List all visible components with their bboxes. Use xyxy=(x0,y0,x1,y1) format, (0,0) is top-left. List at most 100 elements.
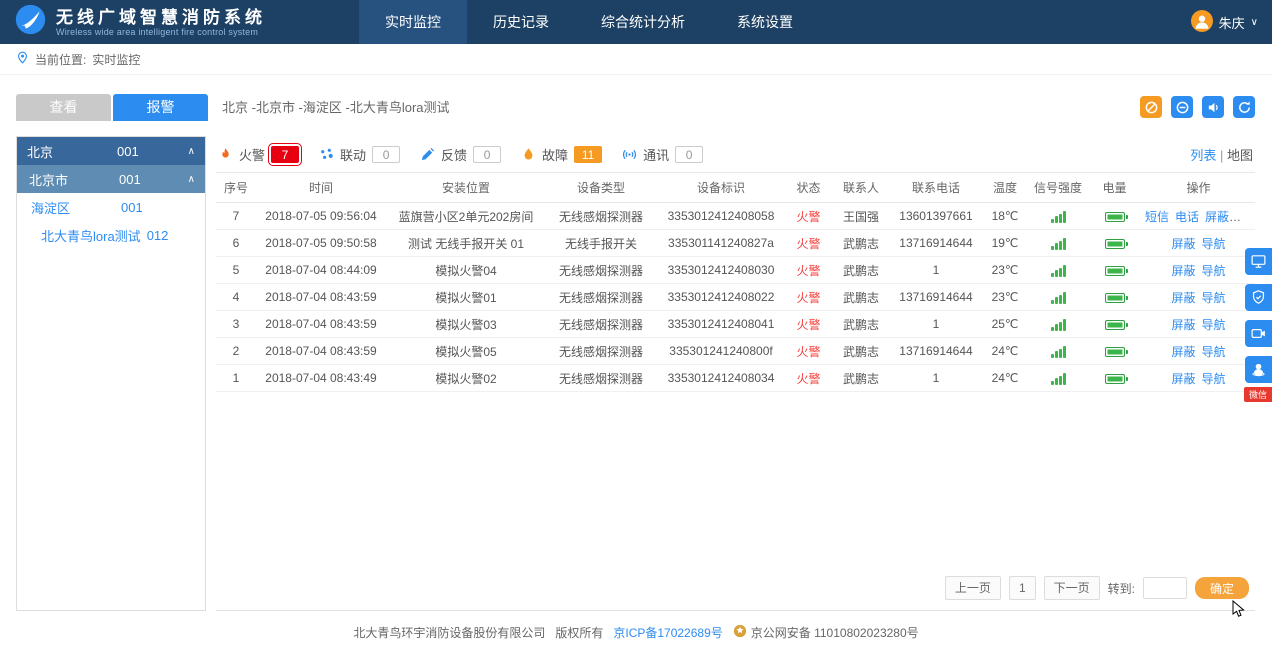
view-list-link[interactable]: 列表 xyxy=(1190,148,1216,163)
nav-item-0[interactable]: 实时监控 xyxy=(359,0,467,44)
footer-company: 北大青鸟环宇消防设备股份有限公司 xyxy=(353,624,545,641)
cell-location: 测试 无线手报开关 01 xyxy=(386,230,546,257)
alarm-table: 序号时间安装位置设备类型设备标识状态联系人联系电话温度信号强度电量操作 7201… xyxy=(216,172,1255,392)
cell-phone: 13716914644 xyxy=(891,230,981,257)
collapse-button[interactable] xyxy=(1171,96,1193,118)
confirm-button[interactable]: 确定 xyxy=(1195,577,1249,599)
nav-item-1[interactable]: 历史记录 xyxy=(467,0,575,44)
filter-count: 7 xyxy=(271,146,299,163)
column-header: 安装位置 xyxy=(386,173,546,203)
cell-phone: 13716914644 xyxy=(891,338,981,365)
tree-item-count: 001 xyxy=(121,200,143,215)
cell-contact: 武鹏志 xyxy=(831,257,891,284)
filter-count: 0 xyxy=(473,146,501,163)
cell-actions: 屏蔽导航 xyxy=(1142,338,1255,365)
action-link[interactable]: 导航 xyxy=(1202,291,1226,305)
action-link[interactable]: 短信 xyxy=(1145,210,1169,224)
battery-icon xyxy=(1105,239,1125,249)
view-map-link[interactable]: 地图 xyxy=(1227,148,1253,163)
nav-item-3[interactable]: 系统设置 xyxy=(711,0,819,44)
filter-comm[interactable]: 通讯0 xyxy=(622,145,703,164)
icp-link[interactable]: 京ICP备17022689号 xyxy=(613,624,722,641)
next-page-button[interactable]: 下一页 xyxy=(1044,576,1100,600)
nav-item-2[interactable]: 综合统计分析 xyxy=(575,0,711,44)
tree-item-3[interactable]: 北大青鸟lora测试012 xyxy=(17,221,205,249)
table-row: 12018-07-04 08:43:49模拟火警02无线感烟探测器3353012… xyxy=(216,365,1255,392)
shield-button[interactable] xyxy=(1245,284,1272,311)
tree-item-label: 海淀区 xyxy=(31,198,115,217)
goto-page-input[interactable] xyxy=(1143,577,1187,599)
action-link[interactable]: 屏蔽 xyxy=(1171,345,1195,359)
action-link[interactable]: 导航 xyxy=(1202,237,1226,251)
action-link[interactable]: 屏蔽 xyxy=(1171,318,1195,332)
tab-alarm[interactable]: 报警 xyxy=(113,94,208,121)
action-link[interactable]: 屏蔽 xyxy=(1205,210,1229,224)
action-link[interactable]: 导航 xyxy=(1202,264,1226,278)
filter-linkage[interactable]: 联动0 xyxy=(319,145,400,164)
filter-fire[interactable]: 火警7 xyxy=(218,145,299,164)
column-header: 设备类型 xyxy=(546,173,656,203)
cell-battery xyxy=(1087,203,1142,230)
cell-signal xyxy=(1029,230,1087,257)
cell-time: 2018-07-04 08:43:59 xyxy=(256,338,386,365)
tree-item-0[interactable]: 北京001∧ xyxy=(17,137,205,165)
police-record: 京公网安备 11010802023280号 xyxy=(733,624,919,641)
location-bar: 当前位置: 实时监控 xyxy=(0,44,1272,75)
monitor-button[interactable] xyxy=(1245,248,1272,275)
cell-location: 模拟火警01 xyxy=(386,284,546,311)
column-header: 设备标识 xyxy=(656,173,786,203)
footer-copyright: 版权所有 xyxy=(555,624,603,641)
police-badge-icon xyxy=(733,624,747,641)
cell-device-id: 3353012412408030 xyxy=(656,257,786,284)
chevron-up-icon: ∧ xyxy=(188,146,195,157)
camera-button[interactable] xyxy=(1245,320,1272,347)
cell-no: 7 xyxy=(216,203,256,230)
tab-view[interactable]: 查看 xyxy=(16,94,111,121)
qq-service-button[interactable] xyxy=(1245,356,1272,383)
cell-location: 模拟火警05 xyxy=(386,338,546,365)
refresh-button[interactable] xyxy=(1233,96,1255,118)
cell-phone: 1 xyxy=(891,311,981,338)
top-header: 无线广域智慧消防系统 Wireless wide area intelligen… xyxy=(0,0,1272,44)
filter-fault[interactable]: 故障11 xyxy=(521,145,602,164)
forbid-button[interactable] xyxy=(1140,96,1162,118)
cell-battery xyxy=(1087,230,1142,257)
page: 无线广域智慧消防系统 Wireless wide area intelligen… xyxy=(0,0,1272,649)
cell-actions: 屏蔽导航 xyxy=(1142,365,1255,392)
sound-button[interactable] xyxy=(1202,96,1224,118)
action-link[interactable]: 屏蔽 xyxy=(1171,264,1195,278)
action-link[interactable]: 屏蔽 xyxy=(1171,291,1195,305)
action-link[interactable]: 屏蔽 xyxy=(1171,237,1195,251)
prev-page-button[interactable]: 上一页 xyxy=(945,576,1001,600)
filter-feedback[interactable]: 反馈 0 xyxy=(420,145,501,164)
wechat-badge[interactable]: 微信 xyxy=(1244,387,1272,402)
tree-item-label: 北大青鸟lora测试 xyxy=(41,226,141,245)
action-link[interactable]: 电话 xyxy=(1175,210,1199,224)
cell-temp: 24℃ xyxy=(981,338,1029,365)
location-pin-icon xyxy=(16,51,29,67)
cell-battery xyxy=(1087,311,1142,338)
toolbar: 查看 报警 北京 -北京市 -海淀区 -北大青鸟lora测试 xyxy=(16,94,1255,121)
tree-item-2[interactable]: 海淀区 001 xyxy=(17,193,205,221)
action-link[interactable]: 导航 xyxy=(1202,318,1226,332)
cell-device-type: 无线感烟探测器 xyxy=(546,257,656,284)
filter-label: 反馈 xyxy=(441,145,467,164)
action-link[interactable]: 屏蔽 xyxy=(1171,372,1195,386)
footer: 北大青鸟环宇消防设备股份有限公司 版权所有 京ICP备17022689号 京公网… xyxy=(0,624,1272,641)
cell-contact: 武鹏志 xyxy=(831,338,891,365)
action-link[interactable]: 导航 xyxy=(1202,345,1226,359)
column-header: 操作 xyxy=(1142,173,1255,203)
cell-temp: 19℃ xyxy=(981,230,1029,257)
cell-time: 2018-07-04 08:44:09 xyxy=(256,257,386,284)
view-toggle-divider: | xyxy=(1220,148,1223,163)
battery-icon xyxy=(1105,212,1125,222)
user-menu[interactable]: 朱庆 ∨ xyxy=(1191,10,1258,35)
view-toggle: 列表 | 地图 xyxy=(1190,145,1253,164)
page-number-button[interactable]: 1 xyxy=(1009,576,1036,600)
region-tree: 北京001∧北京市001∧ 海淀区 001 北大青鸟lora测试012 xyxy=(16,136,206,611)
cell-contact: 武鹏志 xyxy=(831,365,891,392)
tree-item-label: 北京市 xyxy=(29,170,113,189)
tree-item-1[interactable]: 北京市001∧ xyxy=(17,165,205,193)
action-link[interactable]: 导航 xyxy=(1202,372,1226,386)
cell-device-id: 3353012412408058 xyxy=(656,203,786,230)
